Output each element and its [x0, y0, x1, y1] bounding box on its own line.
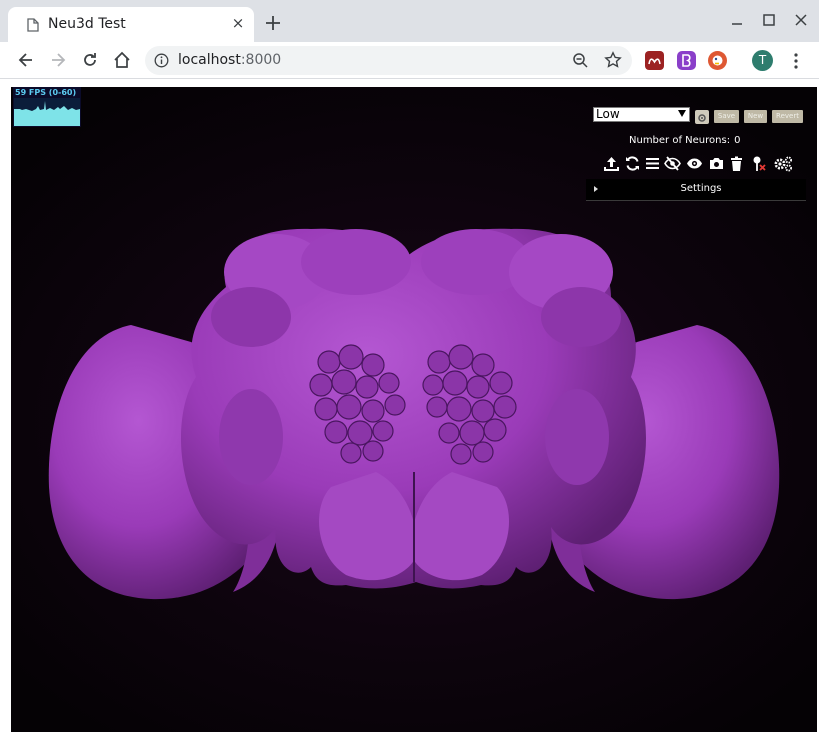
- menu-kebab-icon[interactable]: [792, 51, 800, 71]
- minimize-icon[interactable]: [728, 11, 746, 29]
- hide-all-icon[interactable]: [664, 155, 681, 172]
- save-button[interactable]: Save: [714, 110, 739, 123]
- settings-gears-icon[interactable]: [773, 155, 793, 172]
- back-icon[interactable]: [16, 50, 36, 70]
- mendeley-glyph-icon: [648, 58, 661, 65]
- neuron-count-label: Number of Neurons:: [629, 135, 731, 146]
- refresh-icon[interactable]: [624, 155, 641, 172]
- fps-label: 59 FPS (0-60): [15, 88, 77, 97]
- quality-settings-button[interactable]: [695, 110, 709, 124]
- document-icon: [27, 18, 39, 32]
- upload-icon[interactable]: [603, 155, 620, 172]
- browser-tab[interactable]: Neu3d Test ×: [8, 7, 254, 42]
- neu3d-canvas[interactable]: 59 FPS (0-60) Low Save New Revert Number…: [11, 87, 817, 732]
- reload-icon[interactable]: [80, 50, 100, 70]
- duckduckgo-icon[interactable]: [708, 51, 727, 70]
- viewer-toolbar: [601, 155, 801, 173]
- quality-selected-value: Low: [596, 107, 620, 121]
- bitwarden-glyph-icon: [682, 54, 691, 67]
- home-icon[interactable]: [112, 50, 132, 70]
- browser-tabstrip: Neu3d Test ×: [0, 0, 819, 42]
- url-port: :8000: [240, 52, 282, 68]
- fps-graph: [14, 98, 80, 126]
- settings-panel-toggle[interactable]: Settings: [586, 179, 806, 201]
- list-icon[interactable]: [644, 155, 661, 172]
- bitwarden-icon[interactable]: [677, 51, 696, 70]
- neuron-count: Number of Neurons: 0: [629, 135, 740, 146]
- neuron-count-value: 0: [734, 135, 741, 146]
- gear-icon: [698, 114, 706, 122]
- new-button[interactable]: New: [744, 110, 767, 123]
- fps-meter[interactable]: 59 FPS (0-60): [13, 87, 81, 127]
- trash-icon[interactable]: [728, 155, 745, 172]
- tab-title: Neu3d Test: [48, 16, 126, 32]
- tab-close-icon[interactable]: ×: [230, 15, 246, 31]
- dropdown-arrow-icon: [678, 110, 686, 117]
- profile-avatar[interactable]: T: [752, 50, 773, 71]
- info-icon[interactable]: [154, 53, 169, 68]
- forward-icon[interactable]: [48, 50, 68, 70]
- url-text: localhost:8000: [178, 52, 281, 68]
- render-quality-select[interactable]: Low: [593, 107, 690, 122]
- bookmark-star-icon[interactable]: [604, 51, 622, 69]
- duckduckgo-glyph-icon: [712, 55, 723, 66]
- mendeley-icon[interactable]: [645, 51, 664, 70]
- close-window-icon[interactable]: [792, 11, 810, 29]
- browser-toolbar: localhost:8000 T: [0, 42, 819, 79]
- url-host: localhost: [178, 52, 241, 68]
- show-all-icon[interactable]: [686, 155, 703, 172]
- maximize-icon[interactable]: [760, 11, 778, 29]
- camera-icon[interactable]: [708, 155, 725, 172]
- revert-button[interactable]: Revert: [772, 110, 803, 123]
- new-tab-icon[interactable]: [263, 13, 283, 33]
- address-bar[interactable]: localhost:8000: [145, 46, 632, 75]
- zoom-icon[interactable]: [572, 52, 589, 69]
- settings-label: Settings: [680, 183, 722, 194]
- pin-remove-icon[interactable]: [750, 155, 767, 172]
